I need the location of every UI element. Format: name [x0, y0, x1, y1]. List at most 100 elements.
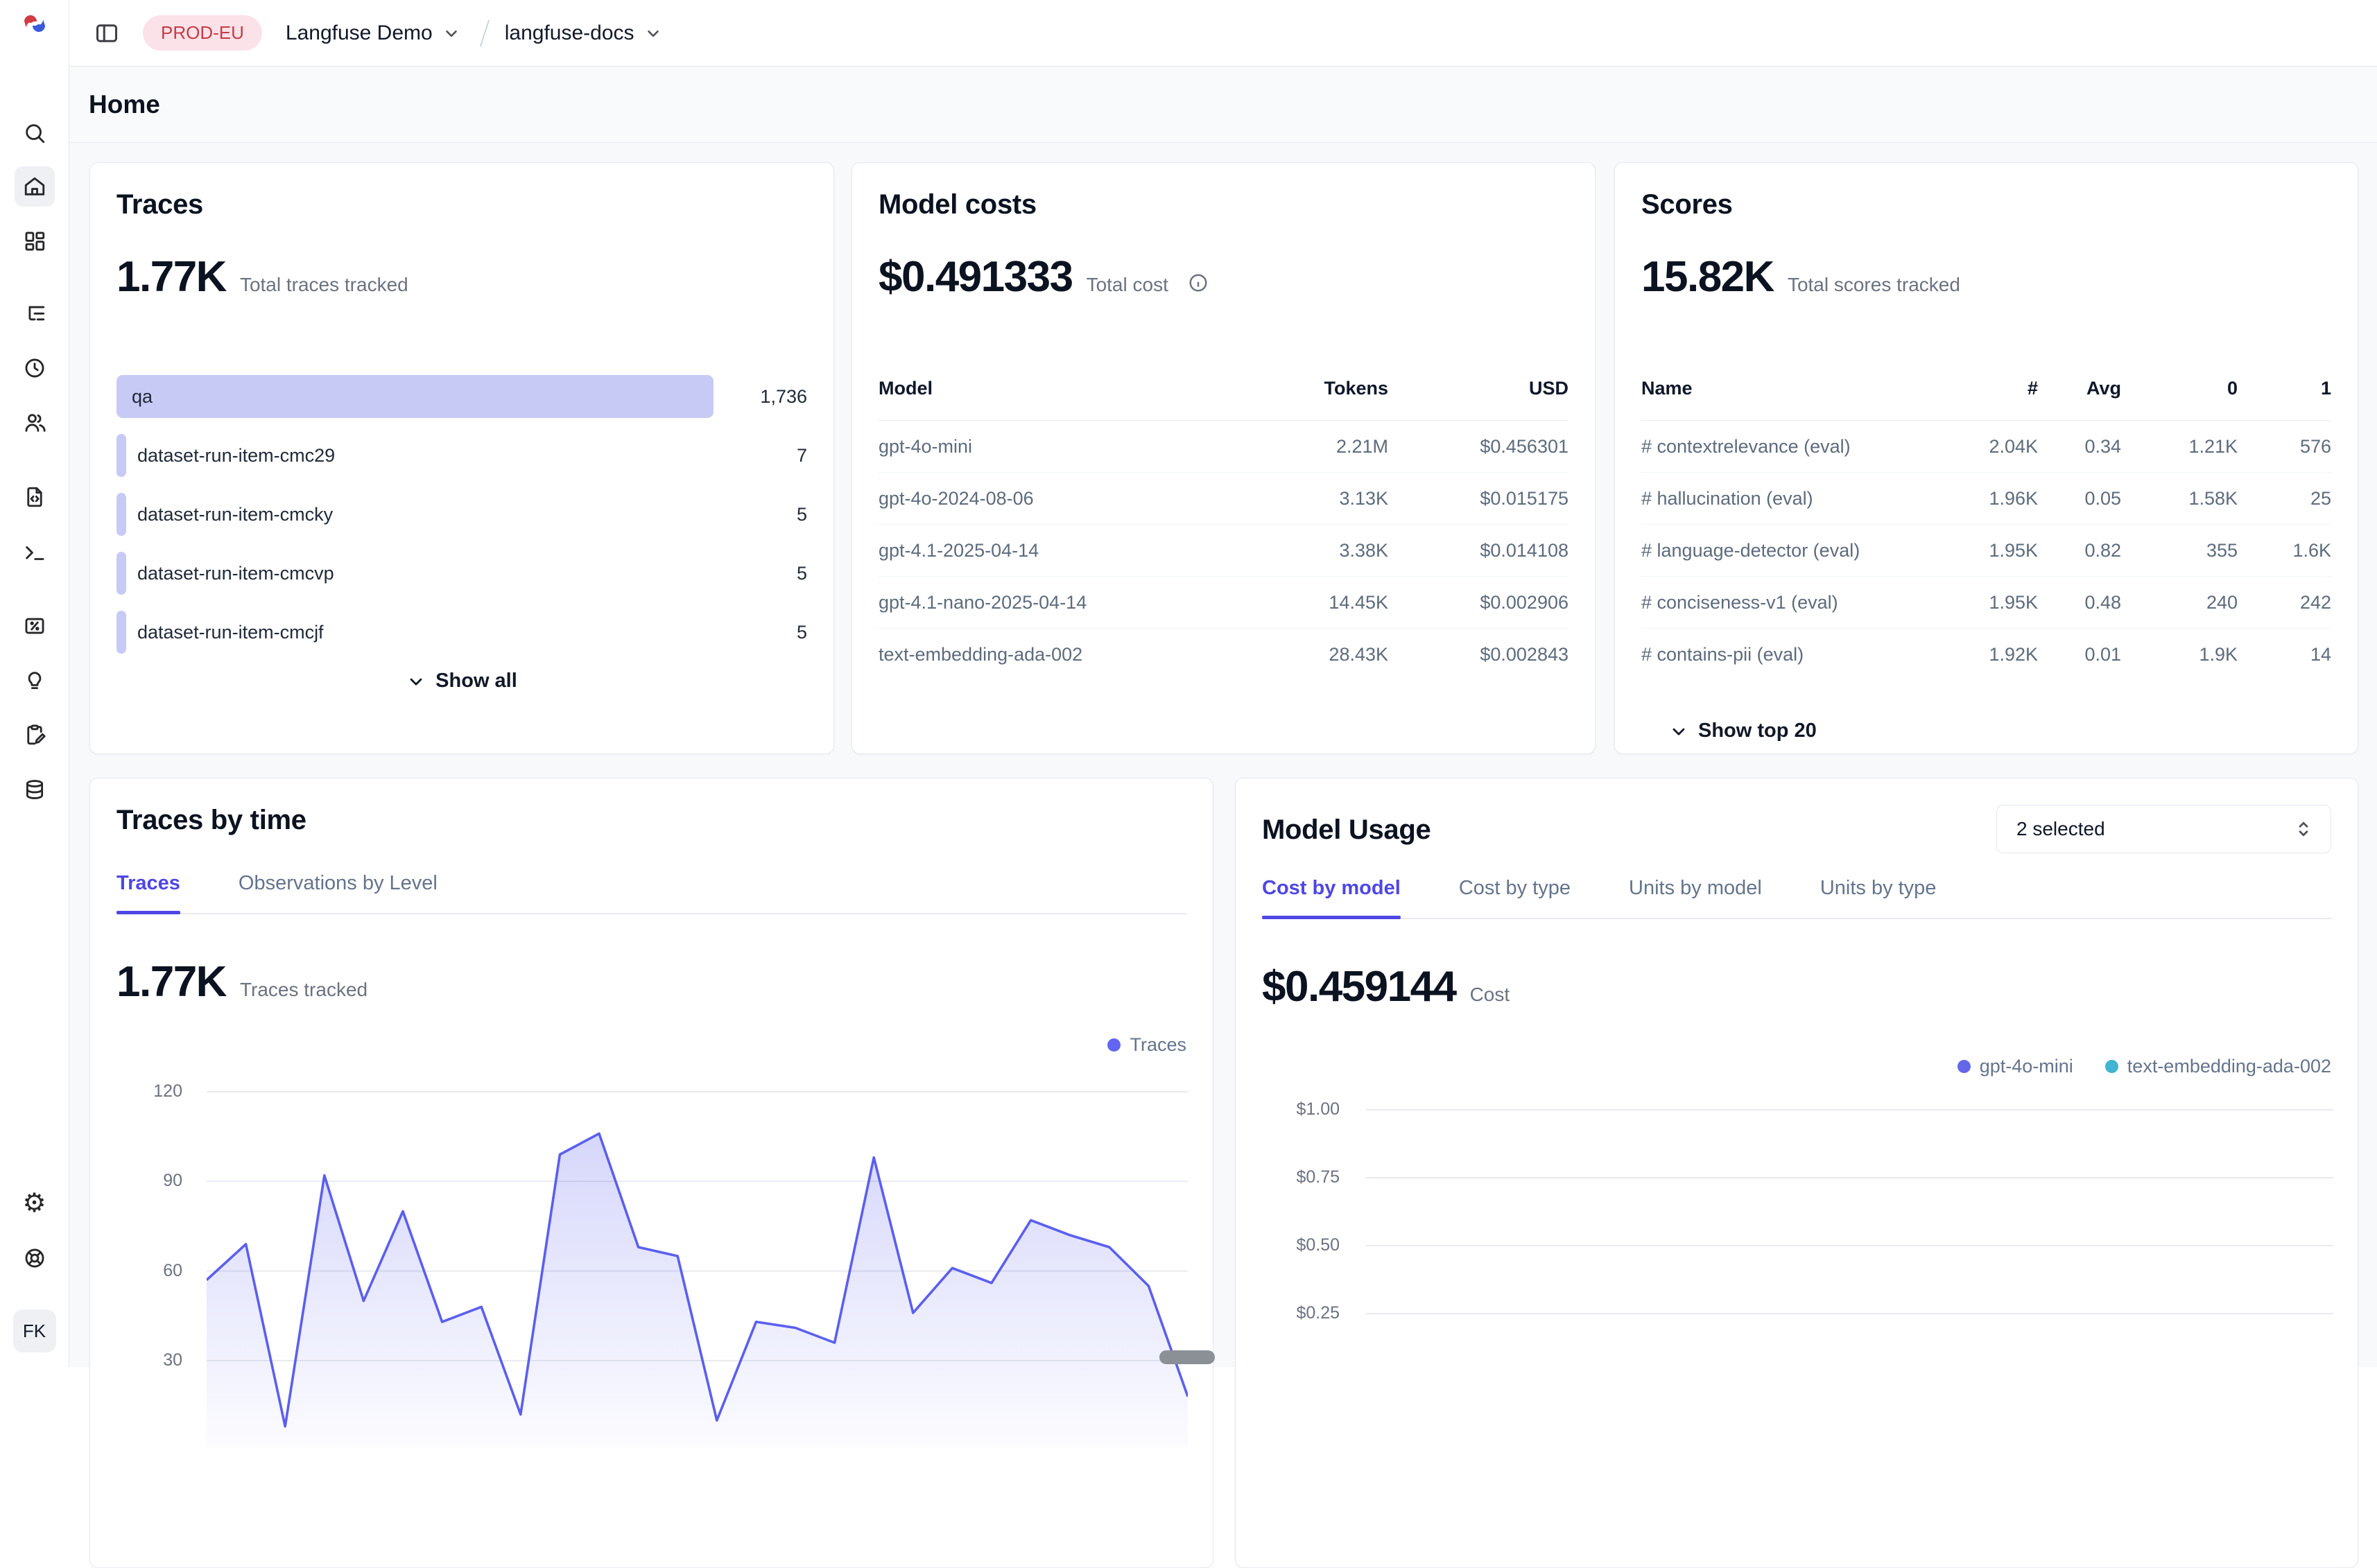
model-costs-table: Model Tokens USD gpt-4o-mini 2.21M $0.45… — [879, 378, 1568, 681]
col-tokens: Tokens — [1256, 378, 1388, 399]
scores-card: Scores 15.82K Total scores tracked Name … — [1614, 162, 2358, 754]
trace-bar-row[interactable]: dataset-run-item-cmc29 7 — [116, 434, 807, 477]
col-one: 1 — [2238, 378, 2331, 399]
trace-count: 1,736 — [741, 386, 807, 408]
home-icon[interactable] — [15, 166, 55, 207]
tab-units-by-type[interactable]: Units by type — [1820, 877, 1937, 918]
langfuse-logo-icon[interactable] — [21, 10, 49, 37]
table-row[interactable]: # contextrelevance (eval) 2.04K 0.34 1.2… — [1641, 421, 2331, 473]
chevron-down-icon — [406, 672, 426, 691]
tab-cost-by-type[interactable]: Cost by type — [1459, 877, 1571, 918]
table-row[interactable]: # contains-pii (eval) 1.92K 0.01 1.9K 14 — [1641, 629, 2331, 681]
prompts-icon[interactable] — [15, 477, 55, 517]
model-usage-tabs: Cost by model Cost by type Units by mode… — [1262, 877, 2331, 919]
page-title: Home — [89, 90, 160, 119]
legend-dot — [1957, 1060, 1971, 1073]
playground-terminal-icon[interactable] — [15, 533, 55, 573]
col-count: # — [1937, 378, 2038, 399]
table-row[interactable]: gpt-4o-2024-08-06 3.13K $0.015175 — [879, 473, 1568, 525]
tab-units-by-model[interactable]: Units by model — [1629, 877, 1762, 918]
col-name: Name — [1641, 378, 1937, 399]
total-cost: $0.491333 — [879, 252, 1073, 302]
legend-text-embedding-ada-002[interactable]: text-embedding-ada-002 — [2105, 1056, 2331, 1077]
model-costs-card: Model costs $0.491333 Total cost Model T… — [852, 162, 1596, 754]
chart-legend: gpt-4o-mini text-embedding-ada-002 — [1262, 1056, 2331, 1077]
table-row[interactable]: # language-detector (eval) 1.95K 0.82 35… — [1641, 525, 2331, 577]
traces-by-time-tabs: Traces Observations by Level — [116, 872, 1186, 914]
traces-total: 1.77K — [116, 252, 226, 302]
table-row[interactable]: # conciseness-v1 (eval) 1.95K 0.48 240 2… — [1641, 577, 2331, 629]
project-switcher[interactable]: langfuse-docs — [505, 21, 662, 45]
card-title: Model costs — [879, 189, 1568, 220]
usage-cost-label: Cost — [1470, 984, 1510, 1006]
show-all-button[interactable]: Show all — [116, 670, 807, 692]
card-title: Traces by time — [116, 805, 1186, 836]
trace-bar-row[interactable]: dataset-run-item-cmcky 5 — [116, 493, 807, 536]
model-usage-card: Model Usage 2 selected Cost by model Cos… — [1235, 778, 2358, 1568]
legend-gpt-4o-mini[interactable]: gpt-4o-mini — [1957, 1056, 2073, 1077]
environment-badge[interactable]: PROD-EU — [143, 15, 262, 51]
trace-bar — [116, 552, 126, 595]
page-header: Home — [69, 67, 2377, 143]
traces-bar-list: qa 1,736 dataset-run-item-cmc29 7 datase… — [116, 375, 807, 654]
traces-tracked-total: 1.77K — [116, 957, 226, 1007]
model-usage-chart[interactable]: $1.00$0.75$0.50$0.25 — [1262, 1080, 2331, 1413]
tab-traces[interactable]: Traces — [116, 872, 180, 913]
info-icon[interactable] — [1188, 272, 1209, 293]
org-switcher[interactable]: Langfuse Demo — [286, 21, 460, 45]
trace-name: dataset-run-item-cmcjf — [137, 622, 324, 643]
evaluation-icon[interactable] — [15, 606, 55, 646]
trace-bar-row[interactable]: qa 1,736 — [116, 375, 807, 418]
traces-total-label: Total traces tracked — [240, 274, 408, 296]
users-icon[interactable] — [15, 403, 55, 443]
model-select[interactable]: 2 selected — [1996, 805, 2331, 853]
col-model: Model — [879, 378, 1256, 399]
dashboards-icon[interactable] — [15, 221, 55, 261]
chevron-down-icon — [1669, 722, 1688, 741]
legend-traces[interactable]: Traces — [1107, 1034, 1186, 1056]
tracing-icon[interactable] — [15, 294, 55, 334]
traces-by-time-card: Traces by time Traces Observations by Le… — [89, 778, 1213, 1568]
user-avatar[interactable]: FK — [13, 1309, 56, 1352]
trace-bar-row[interactable]: dataset-run-item-cmcvp 5 — [116, 552, 807, 595]
model-select-value: 2 selected — [2016, 818, 2105, 840]
trace-bar-row[interactable]: dataset-run-item-cmcjf 5 — [116, 611, 807, 654]
topbar: PROD-EU Langfuse Demo langfuse-docs — [69, 0, 2377, 67]
card-title: Scores — [1641, 189, 2331, 220]
scores-table: Name # Avg 0 1 # contextrelevance (eval)… — [1641, 378, 2331, 681]
org-name: Langfuse Demo — [286, 21, 433, 45]
chevron-down-icon — [644, 24, 662, 42]
traces-card: Traces 1.77K Total traces tracked qa 1,7… — [89, 162, 834, 754]
trace-count: 5 — [741, 563, 807, 584]
show-top-20-button[interactable]: Show top 20 — [1669, 720, 2331, 742]
traces-tracked-label: Traces tracked — [240, 979, 368, 1001]
chart-legend: Traces — [116, 1034, 1186, 1056]
table-row[interactable]: # hallucination (eval) 1.96K 0.05 1.58K … — [1641, 473, 2331, 525]
lightbulb-icon[interactable] — [15, 661, 55, 701]
tab-cost-by-model[interactable]: Cost by model — [1262, 877, 1401, 918]
trace-name: dataset-run-item-cmc29 — [137, 445, 335, 467]
dashboard-content: Traces 1.77K Total traces tracked qa 1,7… — [69, 143, 2377, 1367]
sidebar-toggle-icon[interactable] — [94, 21, 119, 46]
chevron-down-icon — [442, 24, 460, 42]
table-row[interactable]: text-embedding-ada-002 28.43K $0.002843 — [879, 629, 1568, 681]
usage-cost-total: $0.459144 — [1262, 962, 1456, 1011]
support-lifebuoy-icon[interactable] — [15, 1238, 55, 1278]
search-icon[interactable] — [15, 113, 55, 153]
scores-total-label: Total scores tracked — [1788, 274, 1960, 296]
datasets-icon[interactable] — [15, 769, 55, 810]
table-row[interactable]: gpt-4.1-nano-2025-04-14 14.45K $0.002906 — [879, 577, 1568, 629]
sessions-clock-icon[interactable] — [15, 348, 55, 388]
tab-observations-by-level[interactable]: Observations by Level — [239, 872, 438, 913]
table-row[interactable]: gpt-4o-mini 2.21M $0.456301 — [879, 421, 1568, 473]
trace-bar — [116, 493, 126, 536]
legend-dot — [1107, 1038, 1121, 1052]
traces-chart[interactable]: 120906030 — [116, 1060, 1186, 1448]
table-row[interactable]: gpt-4.1-2025-04-14 3.38K $0.014108 — [879, 525, 1568, 577]
col-zero: 0 — [2121, 378, 2238, 399]
col-usd: USD — [1388, 378, 1568, 399]
horizontal-scrollbar-thumb[interactable] — [1159, 1350, 1215, 1364]
annotation-icon[interactable] — [15, 715, 55, 755]
settings-gear-icon[interactable]: ⚙ — [15, 1183, 55, 1223]
trace-count: 7 — [741, 445, 807, 467]
